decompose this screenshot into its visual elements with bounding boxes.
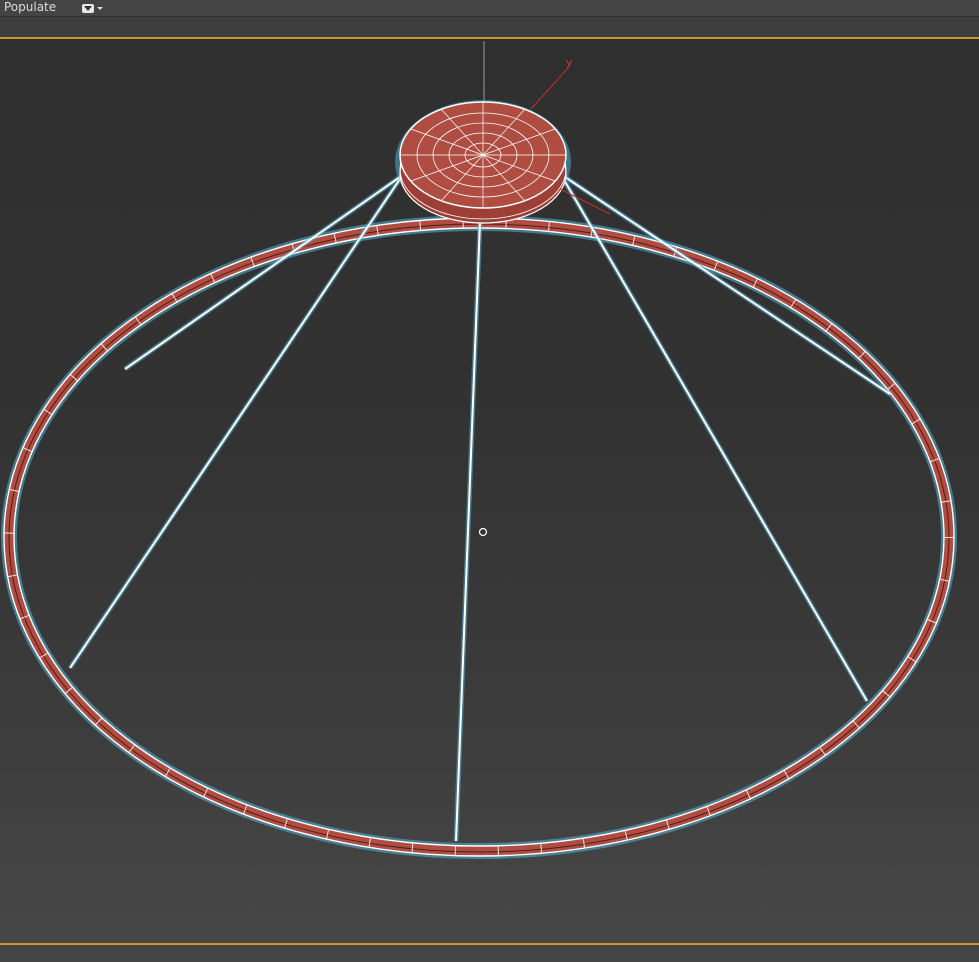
gizmo-y-label: y (566, 56, 573, 69)
perspective-viewport[interactable]: y (0, 37, 979, 945)
bottom-bar (0, 945, 979, 962)
gizmo-y-axis (530, 67, 569, 110)
chevron-down-icon (97, 7, 103, 10)
wire-right (559, 172, 868, 702)
ring-wire-inner (13, 227, 945, 847)
wire-back-left (124, 176, 401, 370)
populate-menu-label[interactable]: Populate (4, 0, 56, 15)
ceiling-canopy (395, 100, 571, 224)
wire-center (455, 220, 481, 842)
wire-back-right (564, 176, 891, 395)
populate-dropdown[interactable] (82, 2, 108, 14)
pivot-marker[interactable] (478, 527, 488, 537)
hanging-wires-glow (67, 171, 892, 842)
dropdown-icon (82, 3, 94, 13)
ring-body (3, 217, 955, 857)
viewport-header-strip (0, 17, 979, 37)
toolbar: Populate (0, 0, 979, 17)
scene-canvas: y (1, 41, 957, 859)
wire-left (69, 172, 405, 669)
